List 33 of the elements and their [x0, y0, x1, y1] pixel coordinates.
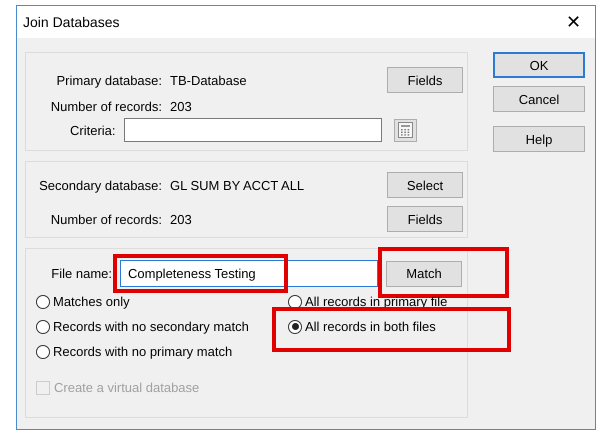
fields-button[interactable]: Fields [387, 206, 463, 232]
fields-button[interactable]: Fields [387, 67, 463, 93]
radio-button[interactable] [36, 294, 50, 308]
field-label: Primary database: [56, 72, 162, 88]
field-value: 203 [169, 212, 193, 226]
match-button[interactable]: Match [386, 260, 462, 286]
radio-label: All records in both files [305, 319, 436, 334]
radio-button[interactable] [288, 294, 302, 308]
criteria-field[interactable] [124, 118, 382, 142]
window-title: Join Databases [23, 14, 120, 30]
dialog-button[interactable]: Cancel [493, 86, 585, 112]
field-value: GL SUM BY ACCT ALL [169, 178, 306, 192]
radio-label: Records with no secondary match [53, 319, 249, 334]
calculator-icon[interactable] [394, 118, 417, 142]
close-button[interactable]: ✕ [560, 11, 587, 33]
dialog-button[interactable]: OK [493, 52, 585, 78]
radio-button[interactable] [288, 320, 302, 334]
field-label: Criteria: [70, 122, 116, 138]
field-label: Secondary database: [38, 178, 162, 192]
radio-label: Records with no primary match [53, 344, 232, 359]
file-name-field[interactable]: Completeness Testing [120, 260, 378, 287]
radio-label: All records in primary file [305, 294, 448, 309]
field-value: TB-Database [169, 72, 248, 88]
radio-button[interactable] [36, 344, 50, 358]
radio-label: Matches only [53, 294, 130, 309]
field-label: File name: [50, 266, 112, 281]
field-label: Number of records: [50, 212, 162, 226]
checkbox-label: Create a virtual database [54, 380, 200, 395]
dialog-button[interactable]: Help [493, 126, 585, 152]
field-label: Number of records: [50, 99, 162, 114]
radio-button[interactable] [36, 320, 50, 334]
select-button[interactable]: Select [387, 172, 463, 198]
field-value: 203 [169, 99, 193, 114]
